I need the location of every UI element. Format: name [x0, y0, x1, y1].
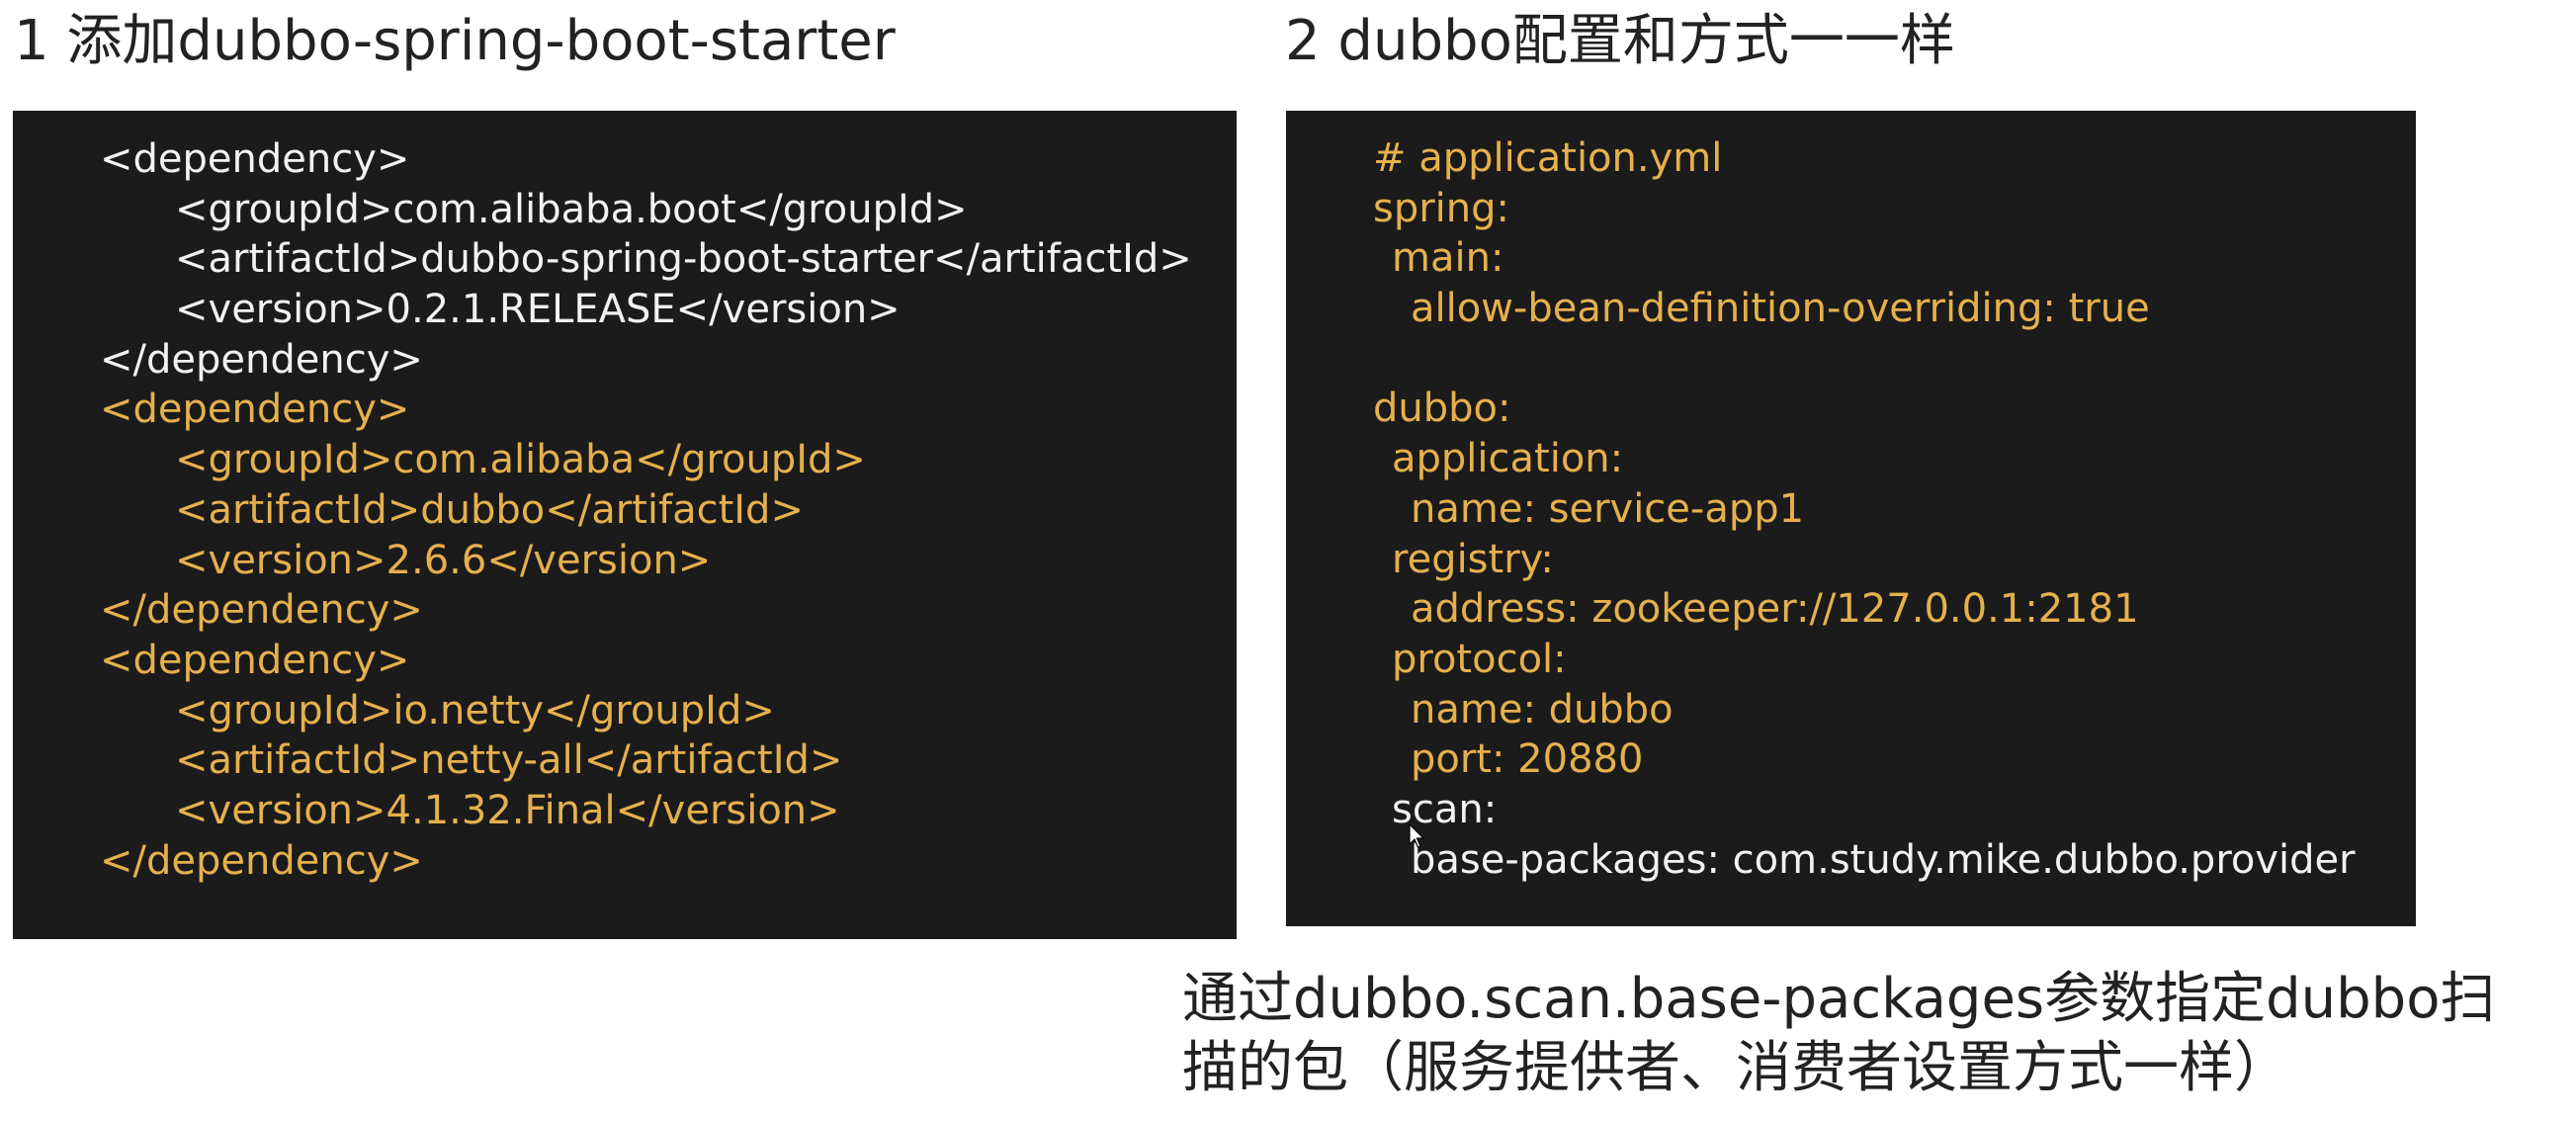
xml-code-line: <dependency>: [100, 387, 410, 433]
xml-code-line: <artifactId>dubbo</artifactId>: [175, 486, 804, 533]
yml-code-line: # application.yml: [1373, 135, 1723, 181]
xml-code-line: <dependency>: [100, 637, 410, 683]
xml-code-line: <dependency>: [100, 136, 410, 182]
xml-code-line: <version>4.1.32.Final</version>: [175, 787, 840, 833]
yml-code-line: address: zookeeper://127.0.0.1:2181: [1411, 586, 2139, 633]
xml-code-line: <artifactId>dubbo-spring-boot-starter</a…: [175, 236, 1192, 283]
yml-code-line: allow-bean-definition-overriding: true: [1411, 286, 2150, 332]
yml-code-line: application:: [1392, 436, 1624, 482]
yml-code-line: name: service-app1: [1411, 485, 1805, 532]
xml-code-line: </dependency>: [100, 336, 423, 383]
scan-packages-note: 通过dubbo.scan.base-packages参数指定dubbo扫 描的包…: [1182, 965, 2556, 1103]
right-section-heading: 2 dubbo配置和方式一一样: [1285, 9, 1955, 73]
xml-code-line: <groupId>com.alibaba.boot</groupId>: [175, 186, 968, 232]
note-line-1: 通过dubbo.scan.base-packages参数指定dubbo扫: [1182, 967, 2496, 1031]
xml-code-line: <groupId>io.netty</groupId>: [175, 687, 775, 733]
xml-code-line: </dependency>: [100, 587, 423, 634]
xml-code-line: <artifactId>netty-all</artifactId>: [175, 737, 843, 784]
note-line-2: 描的包（服务提供者、消费者设置方式一样）: [1182, 1036, 2289, 1100]
yml-code-line: spring:: [1373, 185, 1510, 231]
yml-code-line: registry:: [1392, 536, 1554, 582]
xml-code-line: </dependency>: [100, 837, 423, 884]
yml-code-line: protocol:: [1392, 636, 1567, 682]
application-yml-code-block: # application.yml spring: main: allow-bean-…: [1286, 111, 2416, 926]
maven-dependency-code-block: <dependency> <groupId>com.alibaba.boot</g…: [13, 111, 1237, 939]
yml-code-line: scan:: [1392, 786, 1498, 832]
yml-code-line: base-packages: com.study.mike.dubbo.prov…: [1411, 836, 2356, 883]
yml-code-line: dubbo:: [1373, 386, 1511, 432]
xml-code-line: <version>2.6.6</version>: [175, 537, 712, 583]
yml-code-line: port: 20880: [1411, 736, 1644, 783]
xml-code-line: <groupId>com.alibaba</groupId>: [175, 437, 866, 483]
yml-code-line: [1286, 334, 2416, 385]
left-section-heading: 1 添加dubbo-spring-boot-starter: [14, 9, 896, 73]
xml-code-line: <version>0.2.1.RELEASE</version>: [175, 287, 901, 333]
yml-code-line: main:: [1392, 235, 1504, 282]
yml-code-line: name: dubbo: [1411, 686, 1674, 733]
